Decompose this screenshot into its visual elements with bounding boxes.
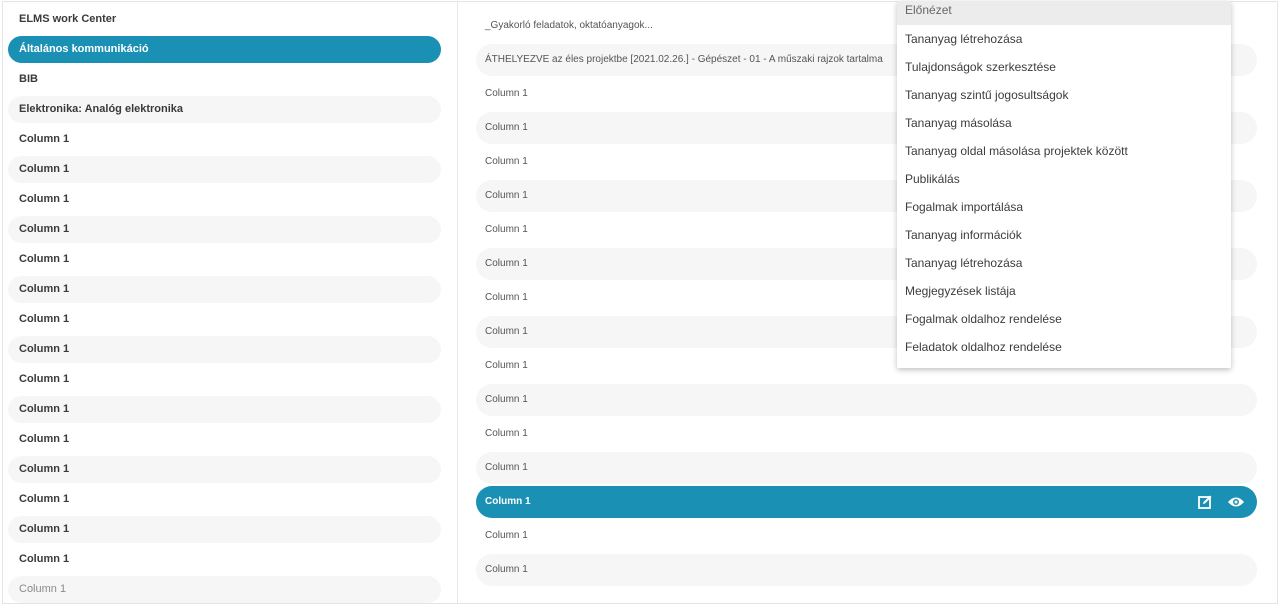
project-list-item[interactable]: Column 1: [8, 186, 441, 213]
material-list-row[interactable]: Column 1: [476, 554, 1257, 586]
material-list-row[interactable]: Column 1: [476, 452, 1257, 484]
context-menu-item[interactable]: Tananyag oldal másolása projektek között: [897, 137, 1231, 165]
material-row-label: Column 1: [485, 530, 528, 541]
project-list-item[interactable]: Column 1: [8, 366, 441, 393]
project-list-item[interactable]: Column 1: [8, 546, 441, 573]
project-list-item[interactable]: Elektronika: Analóg elektronika: [8, 96, 441, 123]
project-list-item[interactable]: Általános kommunikáció: [8, 36, 441, 63]
material-row-label: Column 1: [485, 394, 528, 405]
project-list-item[interactable]: Column 1: [8, 516, 441, 543]
project-list-item[interactable]: ELMS work Center: [8, 6, 441, 33]
material-row-label: Column 1: [485, 292, 528, 303]
context-menu-item[interactable]: Fogalmak importálása: [897, 193, 1231, 221]
context-menu-item[interactable]: Tananyag szintű jogosultságok: [897, 81, 1231, 109]
context-menu-item[interactable]: Tananyag másolása: [897, 109, 1231, 137]
context-menu-item[interactable]: Előnézet: [897, 1, 1231, 25]
material-row-label: Column 1: [485, 428, 528, 439]
project-list-item[interactable]: Column 1: [8, 486, 441, 513]
context-menu-item[interactable]: Tananyag információk: [897, 221, 1231, 249]
context-menu-item[interactable]: Tulajdonságok szerkesztése: [897, 53, 1231, 81]
material-row-label: Column 1: [485, 326, 528, 337]
eye-icon[interactable]: [1227, 496, 1245, 508]
panel-divider: [457, 1, 458, 604]
material-row-label: Column 1: [485, 258, 528, 269]
context-menu-item[interactable]: Publikálás: [897, 165, 1231, 193]
material-row-label: Column 1: [485, 564, 528, 575]
project-list-item[interactable]: Column 1: [8, 156, 441, 183]
project-list-item[interactable]: Column 1: [8, 426, 441, 453]
material-row-label: Column 1: [485, 360, 528, 371]
project-list-item[interactable]: Column 1: [8, 306, 441, 333]
project-list-item[interactable]: Column 1: [8, 456, 441, 483]
project-list-item[interactable]: Column 1: [8, 246, 441, 273]
row-actions: [1197, 486, 1245, 518]
project-list-item[interactable]: Column 1: [8, 396, 441, 423]
context-menu: Előnézet Tananyag létrehozása Tulajdonságo…: [897, 1, 1231, 368]
material-row-label: Column 1: [485, 156, 528, 167]
project-list-item[interactable]: BIB: [8, 66, 441, 93]
project-list-item[interactable]: Column 1: [8, 336, 441, 363]
project-list-item[interactable]: Column 1: [8, 216, 441, 243]
project-list: ELMS work Center Általános kommunikáció BI…: [8, 6, 441, 605]
material-list-row[interactable]: Column 1: [476, 520, 1257, 552]
context-menu-item[interactable]: Tananyag létrehozása: [897, 249, 1231, 277]
edit-icon[interactable]: [1197, 494, 1213, 510]
project-list-item[interactable]: Column 1: [8, 126, 441, 153]
context-menu-item[interactable]: Tananyag létrehozása: [897, 25, 1231, 53]
material-list-row[interactable]: Column 1: [476, 486, 1257, 518]
material-list-row[interactable]: Column 1: [476, 418, 1257, 450]
material-row-label: Column 1: [485, 462, 528, 473]
material-row-label: Column 1: [485, 224, 528, 235]
material-row-label: _Gyakorló feladatok, oktatóanyagok...: [485, 20, 653, 31]
context-menu-item[interactable]: Fogalmak oldalhoz rendelése: [897, 305, 1231, 333]
material-row-label: Column 1: [485, 122, 528, 133]
material-row-label: ÁTHELYEZVE az éles projektbe [2021.02.26…: [485, 54, 883, 65]
project-list-item[interactable]: Column 1: [8, 576, 441, 603]
context-menu-item[interactable]: Feladatok oldalhoz rendelése: [897, 333, 1231, 361]
material-row-label: Column 1: [485, 496, 531, 507]
project-list-item[interactable]: Column 1: [8, 276, 441, 303]
material-row-label: Column 1: [485, 88, 528, 99]
context-menu-item[interactable]: Megjegyzések listája: [897, 277, 1231, 305]
material-list-row[interactable]: Column 1: [476, 384, 1257, 416]
material-row-label: Column 1: [485, 190, 528, 201]
